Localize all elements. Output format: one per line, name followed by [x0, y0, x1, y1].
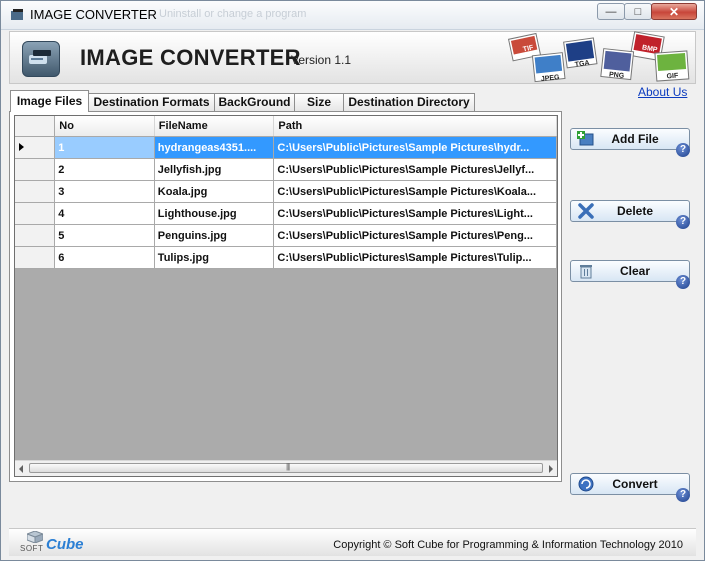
cell-path[interactable]: C:\Users\Public\Pictures\Sample Pictures…: [273, 246, 557, 269]
row-selector[interactable]: [15, 136, 56, 159]
table-row[interactable]: 6 Tulips.jpg C:\Users\Public\Pictures\Sa…: [15, 246, 557, 269]
about-us-link[interactable]: About Us: [638, 85, 687, 99]
maximize-button[interactable]: □: [624, 3, 652, 20]
image-files-grid: No FileName Path 1 hydrangeas4351.... C:…: [14, 115, 558, 477]
cell-no[interactable]: 5: [54, 224, 155, 247]
cube-logo-icon: [27, 531, 43, 543]
table-row[interactable]: 4 Lighthouse.jpg C:\Users\Public\Picture…: [15, 202, 557, 225]
grip-icon: |||: [286, 462, 290, 471]
tab-size[interactable]: Size: [294, 93, 344, 111]
app-icon: [11, 9, 23, 20]
cell-path[interactable]: C:\Users\Public\Pictures\Sample Pictures…: [273, 158, 557, 181]
cell-no[interactable]: 2: [54, 158, 155, 181]
convert-help-icon[interactable]: ?: [676, 488, 690, 502]
table-row[interactable]: 3 Koala.jpg C:\Users\Public\Pictures\Sam…: [15, 180, 557, 203]
add-file-label: Add File: [611, 132, 659, 146]
title-bar[interactable]: IMAGE CONVERTER Uninstall or change a pr…: [1, 1, 704, 30]
tab-destination-formats[interactable]: Destination Formats: [88, 93, 215, 111]
current-row-arrow-icon: [19, 142, 24, 151]
row-selector[interactable]: [15, 202, 56, 225]
delete-help-icon[interactable]: ?: [676, 215, 690, 229]
scroll-thumb[interactable]: |||: [29, 462, 543, 473]
scroll-left-icon[interactable]: [19, 465, 23, 473]
footer: SOFT Cube Copyright © Soft Cube for Prog…: [9, 528, 696, 556]
background-ghost-text: Uninstall or change a program: [159, 8, 307, 20]
minimize-button[interactable]: —: [597, 3, 625, 20]
column-header-filename[interactable]: FileName: [154, 116, 275, 137]
cell-filename[interactable]: Koala.jpg: [154, 180, 275, 203]
image-files-panel: No FileName Path 1 hydrangeas4351.... C:…: [9, 111, 562, 482]
cell-filename[interactable]: Penguins.jpg: [154, 224, 275, 247]
cell-filename[interactable]: hydrangeas4351....: [154, 136, 275, 159]
window-title: IMAGE CONVERTER: [30, 7, 157, 22]
cell-no[interactable]: 1: [54, 136, 155, 159]
scroll-right-icon[interactable]: [549, 465, 553, 473]
row-selector[interactable]: [15, 224, 56, 247]
softcube-logo: SOFT Cube: [17, 531, 84, 555]
clear-help-icon[interactable]: ?: [676, 275, 690, 289]
tab-image-files[interactable]: Image Files: [10, 90, 89, 112]
table-row[interactable]: 1 hydrangeas4351.... C:\Users\Public\Pic…: [15, 136, 557, 159]
cell-no[interactable]: 4: [54, 202, 155, 225]
format-gif-label: GIF: [666, 73, 679, 81]
cell-no[interactable]: 3: [54, 180, 155, 203]
clear-label: Clear: [619, 264, 651, 278]
row-header-corner: [15, 116, 56, 137]
convert-label: Convert: [612, 477, 658, 491]
image-formats-icon: TIF TGA BMP JPEG PNG GIF: [507, 31, 690, 83]
cell-filename[interactable]: Jellyfish.jpg: [154, 158, 275, 181]
convert-button[interactable]: Convert: [570, 473, 690, 495]
brand-title: IMAGE CONVERTER: [80, 45, 301, 70]
clear-button[interactable]: Clear: [570, 260, 690, 282]
cell-no[interactable]: 6: [54, 246, 155, 269]
cell-filename[interactable]: Tulips.jpg: [154, 246, 275, 269]
row-selector[interactable]: [15, 246, 56, 269]
table-row[interactable]: 2 Jellyfish.jpg C:\Users\Public\Pictures…: [15, 158, 557, 181]
version-label: Version 1.1: [291, 53, 352, 67]
logo-soft-text: SOFT: [20, 544, 44, 553]
cell-path[interactable]: C:\Users\Public\Pictures\Sample Pictures…: [273, 224, 557, 247]
logo-cube-text: Cube: [46, 536, 84, 553]
column-header-no[interactable]: No: [54, 116, 155, 137]
format-tga-label: TGA: [574, 60, 590, 69]
header-banner: IMAGE CONVERTER Version 1.1 TIF TGA BMP: [9, 31, 696, 84]
app-window: IMAGE CONVERTER Uninstall or change a pr…: [0, 0, 705, 561]
cell-path[interactable]: C:\Users\Public\Pictures\Sample Pictures…: [273, 180, 557, 203]
app-logo-icon: [22, 41, 60, 77]
cell-path[interactable]: C:\Users\Public\Pictures\Sample Pictures…: [273, 136, 557, 159]
horizontal-scrollbar[interactable]: |||: [15, 460, 557, 476]
add-file-button[interactable]: Add File: [570, 128, 690, 150]
table-header-row: No FileName Path: [15, 116, 557, 137]
maximize-icon: □: [634, 5, 642, 18]
format-jpeg-label: JPEG: [541, 74, 561, 83]
close-button[interactable]: ✕: [651, 3, 697, 20]
row-selector[interactable]: [15, 180, 56, 203]
cell-filename[interactable]: Lighthouse.jpg: [154, 202, 275, 225]
files-table: No FileName Path 1 hydrangeas4351.... C:…: [15, 116, 557, 269]
delete-label: Delete: [616, 204, 654, 218]
copyright-text: Copyright © Soft Cube for Programming & …: [333, 539, 683, 551]
add-file-help-icon[interactable]: ?: [676, 143, 690, 157]
delete-button[interactable]: Delete: [570, 200, 690, 222]
table-row[interactable]: 5 Penguins.jpg C:\Users\Public\Pictures\…: [15, 224, 557, 247]
close-icon: ✕: [668, 4, 680, 19]
tab-background[interactable]: BackGround: [214, 93, 295, 111]
column-header-path[interactable]: Path: [273, 116, 557, 137]
row-selector[interactable]: [15, 158, 56, 181]
tab-destination-directory[interactable]: Destination Directory: [343, 93, 475, 111]
cell-path[interactable]: C:\Users\Public\Pictures\Sample Pictures…: [273, 202, 557, 225]
format-png-label: PNG: [609, 71, 625, 80]
minimize-icon: —: [605, 5, 617, 18]
